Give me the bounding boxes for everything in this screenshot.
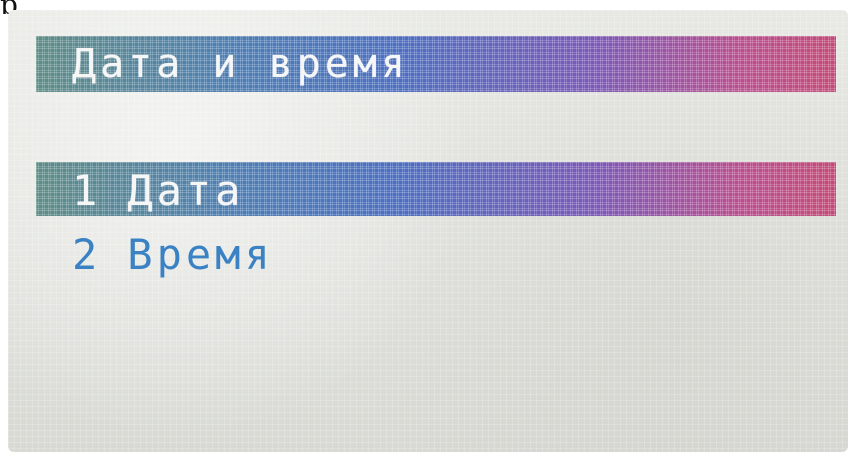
lcd-screen: Дата и время 1 Дата 2 Время: [8, 10, 848, 452]
screen-title: Дата и время: [72, 41, 409, 87]
menu-item-label: Дата: [127, 166, 245, 215]
photo-frame: р Дата и время 1Дата 2Время: [0, 0, 856, 456]
menu-item-date[interactable]: 1 Дата: [36, 162, 836, 216]
menu-item-time[interactable]: 2 Время: [72, 232, 274, 278]
menu-item-number: 2: [72, 230, 102, 279]
title-bar: Дата и время: [36, 36, 836, 92]
menu-item-date-text: 1 Дата: [72, 168, 244, 214]
menu-item-number: 1: [72, 166, 102, 215]
menu-item-label: Время: [127, 230, 274, 279]
